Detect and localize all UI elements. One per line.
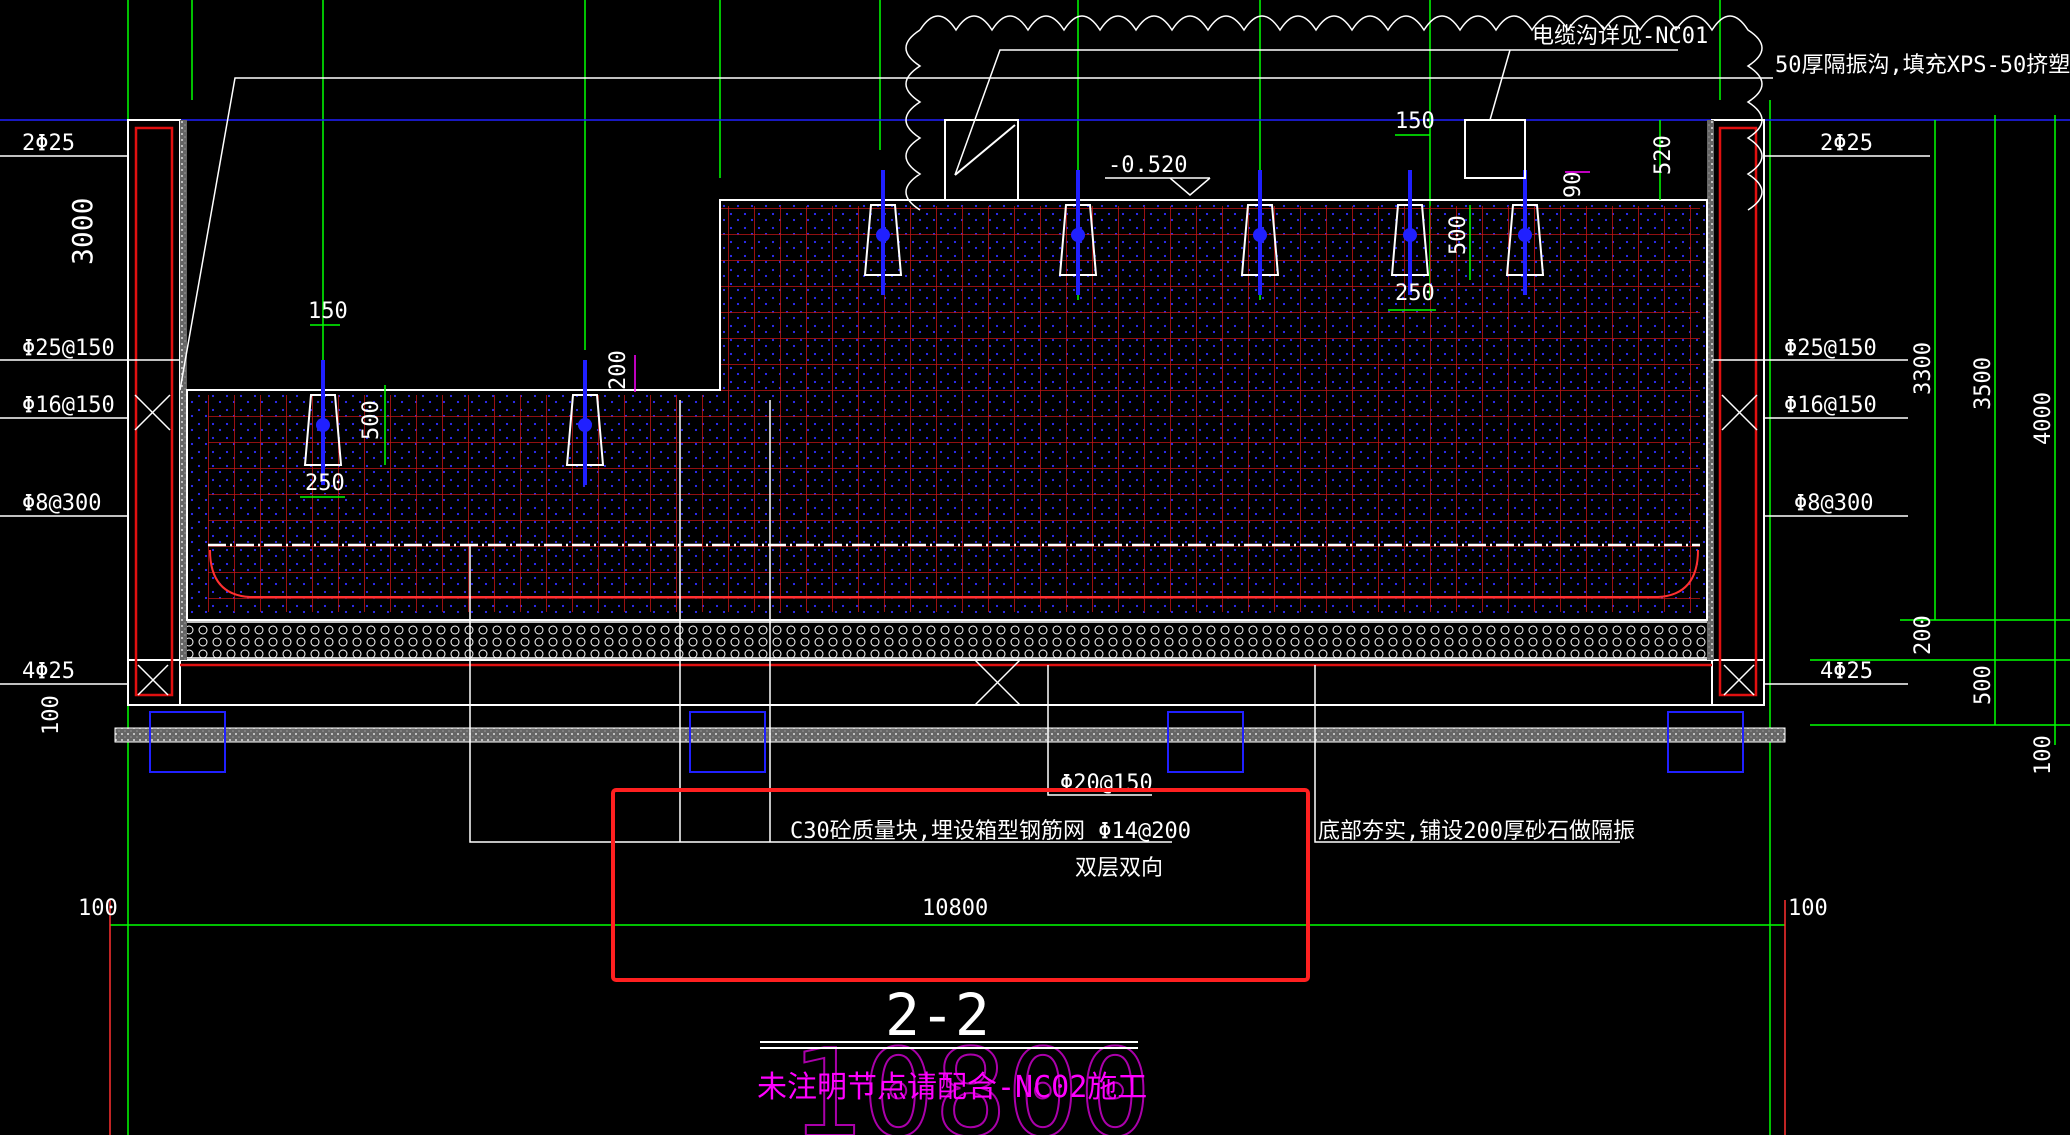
left-anchor-spacing: 150 [308,299,348,324]
left-stirrups-label: Φ8@300 [22,491,101,516]
left-top-height: 3000 [66,198,99,265]
mass-block-note: C30砼质量块,埋设箱型钢筋网 Φ14@200 [790,819,1191,844]
left-edge-dim: 100 [78,896,118,921]
right-dim-3500: 3500 [1971,357,1996,410]
double-layer-note: 双层双向 [1075,856,1163,881]
cad-drawing-canvas: 10800 2Φ25 3000 Φ25@150 Φ16@150 Φ8@300 4… [0,0,2070,1135]
right-dim-500: 500 [1971,665,1996,705]
left-side-bars-label: Φ25@150 [22,336,115,361]
right-anchor-width: 250 [1395,281,1435,306]
right-horizontal-bars-label: Φ16@150 [1784,393,1877,418]
isolation-strip-right [1707,120,1714,660]
center-x-mark [974,659,1021,706]
isolation-strip-left [180,120,187,660]
right-anchor-depth: 500 [1446,215,1471,255]
right-dim-520: 520 [1651,135,1676,175]
level-note: -0.520 [1108,153,1187,178]
left-bottom-bars-label: 4Φ25 [22,659,75,684]
right-top-bars-label: 2Φ25 [1820,131,1873,156]
gravel-layer [184,621,1713,659]
section-title: 2-2 [885,981,990,1049]
base-note: 底部夯实,铺设200厚砂石做隔振 [1318,819,1635,844]
right-dim-100: 100 [2031,735,2056,775]
right-anchor-offset: 90 [1561,172,1586,199]
right-dim-3300: 3300 [1911,342,1936,395]
left-side-labels: 2Φ25 3000 Φ25@150 Φ16@150 Φ8@300 4Φ25 10… [0,131,180,735]
mass-block [186,199,1708,621]
left-anchor-depth: 500 [359,400,384,440]
right-anchor-spacing: 150 [1395,109,1435,134]
right-bottom-bars-label: 4Φ25 [1820,659,1873,684]
footer-note: 未注明节点请配合-NC02施工 [757,1070,1147,1105]
cable-trench-note: 电缆沟详见-NC01 [1532,24,1708,49]
left-top-bars-label: 2Φ25 [22,131,75,156]
right-side-bars-label: Φ25@150 [1784,336,1877,361]
left-horizontal-bars-label: Φ16@150 [22,393,115,418]
right-stirrups-label: Φ8@300 [1794,491,1873,516]
right-edge-dim: 100 [1788,896,1828,921]
cable-trench-pockets [944,119,1526,201]
left-anchor-offset: 200 [606,350,631,390]
left-cushion-dim: 100 [39,695,64,735]
left-anchor-width: 250 [305,471,345,496]
right-dim-4000: 4000 [2031,392,2056,445]
isolation-trench-note: 50厚隔振沟,填充XPS-50挤塑板 [1775,53,2070,78]
right-dim-200: 200 [1911,615,1936,655]
base-slab [114,727,1786,743]
section-title-group: 2-2 未注明节点请配合-NC02施工 [757,981,1147,1105]
total-width-dim: 10800 [922,896,988,921]
bottom-bars-note: Φ20@150 [1060,771,1153,796]
